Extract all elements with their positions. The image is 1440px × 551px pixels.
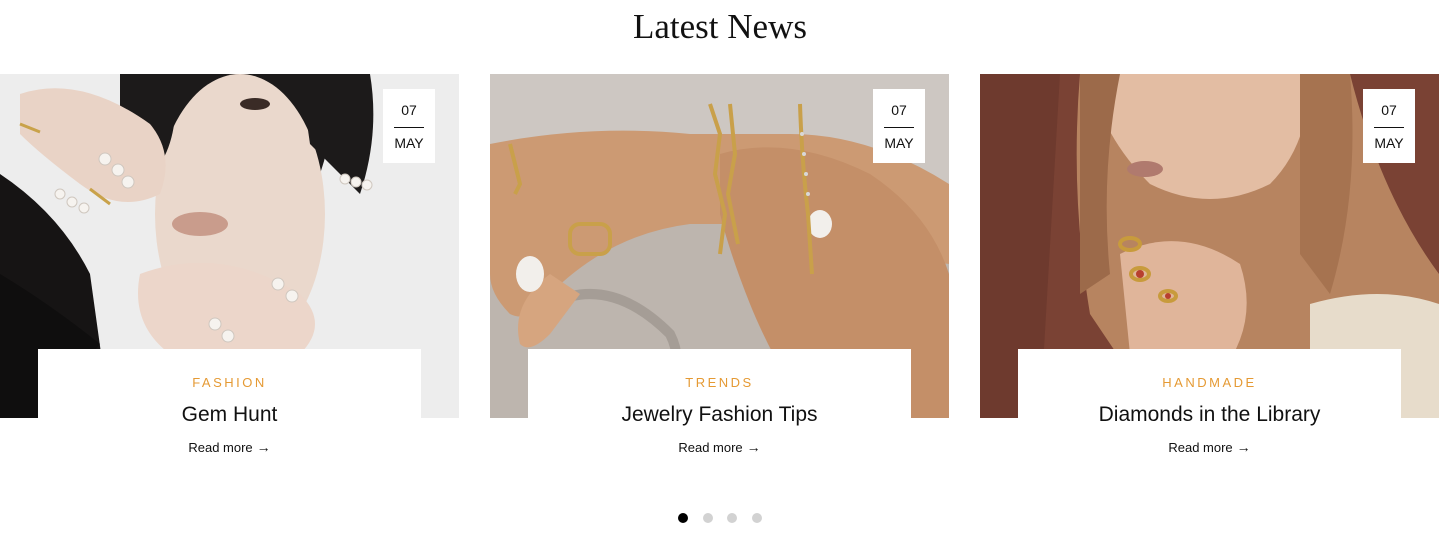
date-divider [394, 127, 424, 128]
arrow-right-icon: → [256, 439, 271, 455]
read-more-link[interactable]: Read more → [188, 439, 270, 455]
news-card[interactable]: 07 MAY TRENDS Jewelry Fashion Tips Read … [490, 74, 949, 474]
date-month: MAY [1374, 135, 1404, 151]
arrow-right-icon: → [746, 439, 761, 455]
read-more-link[interactable]: Read more → [1168, 439, 1250, 455]
pagination-dot-3[interactable] [727, 513, 738, 523]
date-month: MAY [394, 135, 424, 151]
pagination-dot-1[interactable] [678, 513, 689, 523]
date-badge: 07 MAY [873, 89, 925, 163]
date-day: 07 [401, 102, 417, 118]
read-more-label: Read more [188, 440, 253, 455]
date-divider [884, 127, 914, 128]
read-more-label: Read more [1168, 440, 1233, 455]
card-category[interactable]: TRENDS [528, 375, 911, 390]
card-category[interactable]: FASHION [38, 375, 421, 390]
date-badge: 07 MAY [383, 89, 435, 163]
arrow-right-icon: → [1236, 439, 1251, 455]
carousel-pagination [0, 510, 1440, 528]
date-day: 07 [891, 102, 907, 118]
card-body: FASHION Gem Hunt Read more → [38, 349, 421, 469]
card-title[interactable]: Jewelry Fashion Tips [528, 403, 911, 427]
card-title[interactable]: Gem Hunt [38, 403, 421, 427]
read-more-link[interactable]: Read more → [678, 439, 760, 455]
date-month: MAY [884, 135, 914, 151]
date-badge: 07 MAY [1363, 89, 1415, 163]
pagination-dot-2[interactable] [702, 513, 713, 523]
date-divider [1374, 127, 1404, 128]
card-category[interactable]: HANDMADE [1018, 375, 1401, 390]
card-body: HANDMADE Diamonds in the Library Read mo… [1018, 349, 1401, 469]
card-title[interactable]: Diamonds in the Library [1018, 403, 1401, 427]
pagination-dot-4[interactable] [751, 513, 762, 523]
card-body: TRENDS Jewelry Fashion Tips Read more → [528, 349, 911, 469]
section-title: Latest News [633, 7, 807, 46]
date-day: 07 [1381, 102, 1397, 118]
read-more-label: Read more [678, 440, 743, 455]
news-card[interactable]: 07 MAY HANDMADE Diamonds in the Library … [980, 74, 1439, 474]
news-card[interactable]: 07 MAY FASHION Gem Hunt Read more → [0, 74, 459, 474]
